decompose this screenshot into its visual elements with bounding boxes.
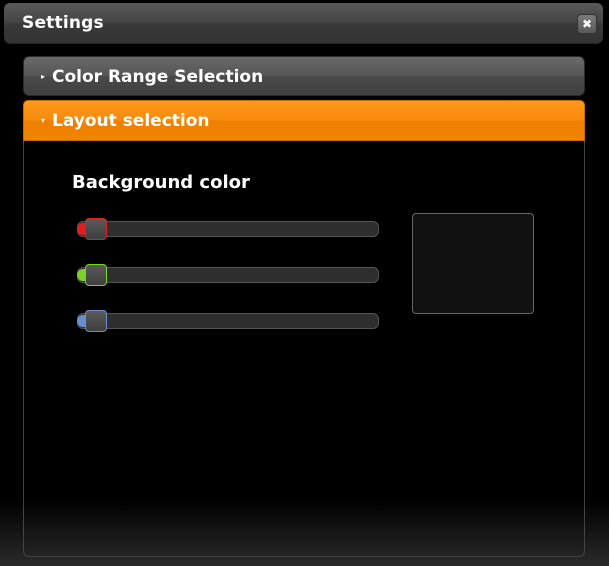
green-slider-thumb[interactable] <box>85 264 107 286</box>
background-color-heading: Background color <box>72 172 250 193</box>
color-preview-swatch <box>412 213 534 314</box>
dialog-title: Settings <box>22 13 104 33</box>
green-slider-track[interactable] <box>77 267 379 283</box>
settings-dialog: Settings ✖ ▸ Color Range Selection ▾ Lay… <box>0 0 609 566</box>
blue-slider-track[interactable] <box>77 313 379 329</box>
accordion-label-color-range: Color Range Selection <box>52 67 264 87</box>
green-slider[interactable] <box>77 264 379 286</box>
title-bar[interactable]: Settings ✖ <box>4 3 603 43</box>
accordion-header-color-range[interactable]: ▸ Color Range Selection <box>23 56 585 96</box>
red-slider-thumb[interactable] <box>85 218 107 240</box>
layout-selection-panel: Background color <box>23 141 585 557</box>
accordion-header-layout[interactable]: ▾ Layout selection <box>23 100 585 141</box>
blue-slider[interactable] <box>77 310 379 332</box>
red-slider[interactable] <box>77 218 379 240</box>
accordion-label-layout: Layout selection <box>52 111 210 131</box>
red-slider-track[interactable] <box>77 221 379 237</box>
chevron-right-icon: ▸ <box>41 72 46 81</box>
blue-slider-thumb[interactable] <box>85 310 107 332</box>
close-icon: ✖ <box>581 17 593 31</box>
close-button[interactable]: ✖ <box>577 14 597 34</box>
chevron-down-icon: ▾ <box>41 116 46 125</box>
